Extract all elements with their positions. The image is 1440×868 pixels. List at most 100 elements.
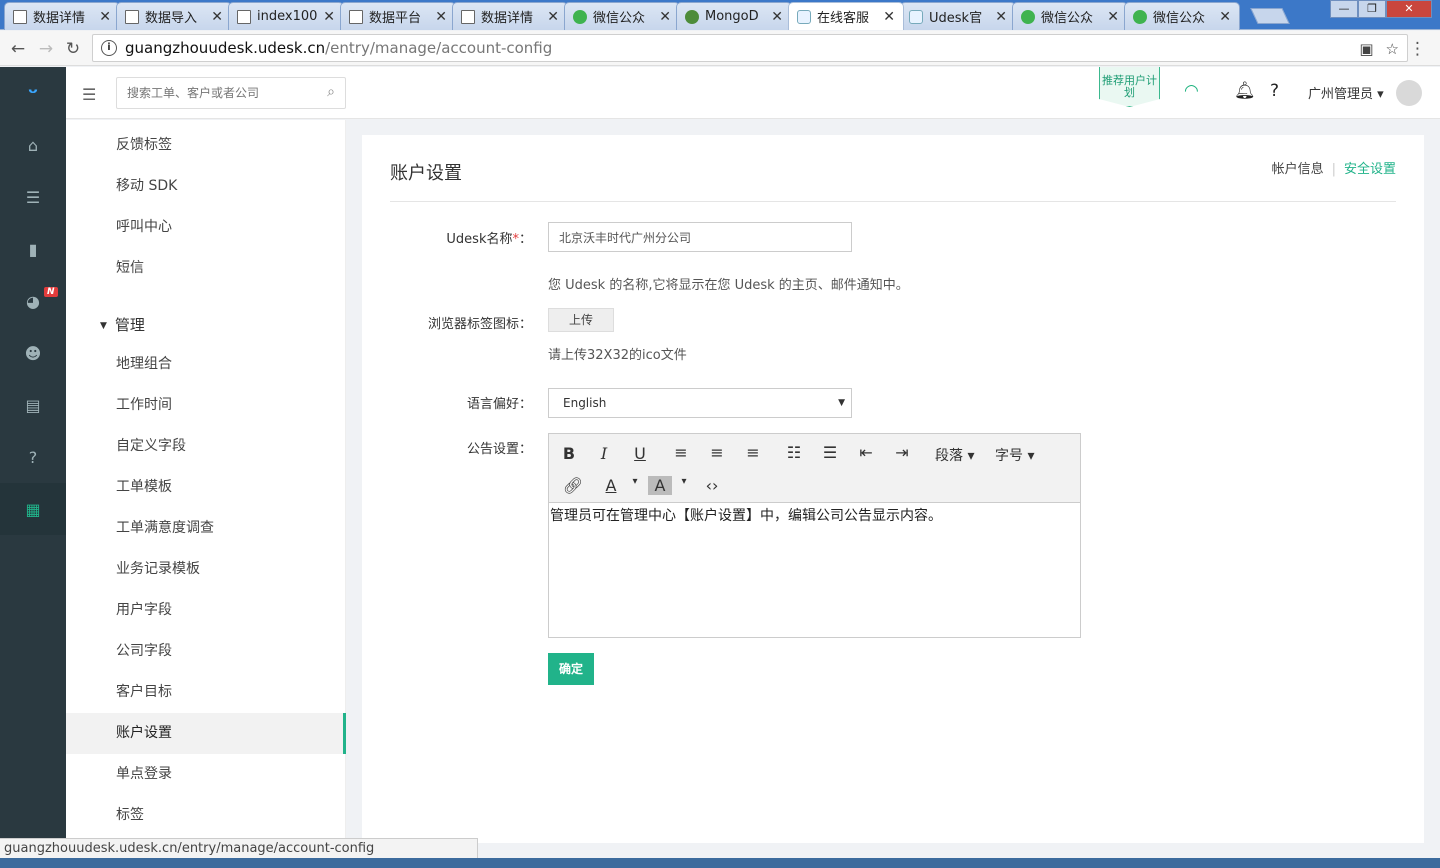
paragraph-dropdown[interactable]: 段落 ▾ xyxy=(935,445,974,465)
underline-icon[interactable]: U xyxy=(628,444,652,463)
submenu-item[interactable]: 客户目标 xyxy=(66,672,346,713)
admin-grid-icon[interactable]: ▦ xyxy=(0,483,66,535)
submenu-item-account-settings[interactable]: 账户设置 xyxy=(66,713,346,754)
close-tab-icon[interactable]: ✕ xyxy=(659,9,671,25)
submenu-item[interactable]: 业务记录模板 xyxy=(66,549,346,590)
browser-tab[interactable]: 微信公众 ✕ xyxy=(1124,2,1240,30)
highlight-color-icon[interactable]: A xyxy=(648,476,672,495)
submenu-item[interactable]: 工作时间 xyxy=(66,385,346,426)
browser-menu-icon[interactable]: ⋮ xyxy=(1409,39,1426,59)
avatar[interactable] xyxy=(1396,80,1422,106)
numbered-list-icon[interactable]: ☰ xyxy=(818,443,842,462)
udesk-logo-icon[interactable]: ᵕ xyxy=(0,67,66,119)
browser-tab[interactable]: index100 ✕ xyxy=(228,2,344,30)
close-tab-icon[interactable]: ✕ xyxy=(995,9,1007,25)
close-tab-icon[interactable]: ✕ xyxy=(547,9,559,25)
referral-promo-badge[interactable]: 推荐用户计划 xyxy=(1099,67,1160,107)
confirm-button[interactable]: 确定 xyxy=(548,653,594,685)
submenu-item[interactable]: 标签 xyxy=(66,795,346,836)
language-select[interactable]: English ▼ xyxy=(548,388,852,418)
font-color-icon[interactable]: A xyxy=(599,476,623,495)
submenu-item[interactable]: 公司字段 xyxy=(66,631,346,672)
browser-tab[interactable]: 数据详情 ✕ xyxy=(452,2,568,30)
connection-status-icon[interactable]: ◠ xyxy=(1184,81,1199,101)
collapse-menu-icon[interactable]: ☰ xyxy=(82,85,96,104)
reports-icon[interactable]: ▮ xyxy=(0,223,66,275)
browser-tab[interactable]: 在线客服 ✕ xyxy=(788,2,904,30)
cast-icon[interactable]: ▣ xyxy=(1359,40,1373,58)
forward-icon[interactable]: → xyxy=(36,39,56,59)
user-menu[interactable]: 广州管理员 ▾ xyxy=(1308,83,1384,102)
knowledge-base-icon[interactable]: ▤ xyxy=(0,379,66,431)
submenu-item[interactable]: 用户字段 xyxy=(66,590,346,631)
caret-down-icon: ▼ xyxy=(100,321,107,331)
outdent-icon[interactable]: ⇤ xyxy=(854,443,878,462)
close-tab-icon[interactable]: ✕ xyxy=(323,9,335,25)
minimize-icon[interactable]: — xyxy=(1330,0,1358,18)
back-icon[interactable]: ← xyxy=(8,39,28,59)
highlight-caret-icon[interactable]: ▾ xyxy=(672,476,696,487)
home-icon[interactable]: ⌂ xyxy=(0,119,66,171)
indent-icon[interactable]: ⇥ xyxy=(890,443,914,462)
align-right-icon[interactable]: ≡ xyxy=(741,443,765,462)
browser-tab-title: 微信公众 xyxy=(593,11,646,26)
divider xyxy=(390,201,1396,202)
bold-icon[interactable]: B xyxy=(557,444,581,463)
info-icon[interactable]: i xyxy=(101,40,117,56)
editor-content[interactable]: 管理员可在管理中心【账户设置】中，编辑公司公告显示内容。 xyxy=(549,503,1080,525)
wx-favicon-icon xyxy=(573,9,587,24)
submenu-item[interactable]: 工单模板 xyxy=(66,467,346,508)
submenu-item[interactable]: 反馈标签 xyxy=(66,125,346,166)
browser-tab[interactable]: 数据平台 ✕ xyxy=(340,2,456,30)
submenu-item[interactable]: 呼叫中心 xyxy=(66,207,346,248)
font-color-caret-icon[interactable]: ▾ xyxy=(623,476,647,487)
maximize-icon[interactable]: ❐ xyxy=(1358,0,1386,18)
close-tab-icon[interactable]: ✕ xyxy=(883,9,895,25)
close-tab-icon[interactable]: ✕ xyxy=(771,9,783,25)
submenu-item[interactable]: 自定义字段 xyxy=(66,426,346,467)
upload-button[interactable]: 上传 xyxy=(548,308,614,332)
analytics-icon[interactable]: ◕ N xyxy=(0,275,66,327)
browser-tab[interactable]: Udesk官 ✕ xyxy=(900,2,1016,30)
tickets-icon[interactable]: ☰ xyxy=(0,171,66,223)
new-tab-button[interactable] xyxy=(1250,8,1290,24)
submenu-item[interactable]: 地理组合 xyxy=(66,344,346,385)
submenu-item[interactable]: 单点登录 xyxy=(66,754,346,795)
close-tab-icon[interactable]: ✕ xyxy=(1107,9,1119,25)
doc-favicon-icon xyxy=(349,9,363,24)
tab-security-settings[interactable]: 安全设置 xyxy=(1344,162,1396,177)
submenu-item[interactable]: 移动 SDK xyxy=(66,166,346,207)
close-tab-icon[interactable]: ✕ xyxy=(435,9,447,25)
font-size-dropdown[interactable]: 字号 ▾ xyxy=(995,445,1034,465)
italic-icon[interactable]: I xyxy=(592,444,616,463)
align-left-icon[interactable]: ≡ xyxy=(669,443,693,462)
align-center-icon[interactable]: ≡ xyxy=(705,443,729,462)
submenu-item[interactable]: 工单满意度调查 xyxy=(66,508,346,549)
customers-icon[interactable]: ☻ xyxy=(0,327,66,379)
close-tab-icon[interactable]: ✕ xyxy=(211,9,223,25)
bullet-list-icon[interactable]: ☷ xyxy=(782,443,806,462)
tab-account-info[interactable]: 帐户信息 xyxy=(1272,162,1324,177)
close-tab-icon[interactable]: ✕ xyxy=(1219,9,1231,25)
submenu-group-manage[interactable]: ▼ 管理 xyxy=(100,314,145,335)
browser-tab[interactable]: 数据导入 ✕ xyxy=(116,2,232,30)
browser-tab[interactable]: 数据详情 ✕ xyxy=(4,2,120,30)
bookmark-star-icon[interactable]: ☆ xyxy=(1386,40,1399,58)
notification-bell-icon[interactable]: 🔔︎ xyxy=(1234,81,1256,101)
help-circle-icon[interactable]: ? xyxy=(1270,81,1279,101)
close-window-icon[interactable]: ✕ xyxy=(1386,0,1432,18)
browser-tab[interactable]: MongoD ✕ xyxy=(676,2,792,30)
link-icon[interactable]: 🔗︎ xyxy=(561,476,585,495)
source-code-icon[interactable]: ‹› xyxy=(700,476,724,495)
submenu-item[interactable]: 短信 xyxy=(66,248,346,289)
close-tab-icon[interactable]: ✕ xyxy=(99,9,111,25)
search-icon[interactable]: ⌕ xyxy=(327,84,335,100)
search-input[interactable] xyxy=(117,78,307,108)
udesk-name-input[interactable] xyxy=(548,222,852,252)
url-host: guangzhouudesk.udesk.cn xyxy=(125,39,326,57)
url-field[interactable]: i guangzhouudesk.udesk.cn/entry/manage/a… xyxy=(92,34,1408,62)
reload-icon[interactable]: ↻ xyxy=(63,39,83,59)
browser-tab[interactable]: 微信公众 ✕ xyxy=(564,2,680,30)
help-icon[interactable]: ? xyxy=(0,431,66,483)
browser-tab[interactable]: 微信公众 ✕ xyxy=(1012,2,1128,30)
